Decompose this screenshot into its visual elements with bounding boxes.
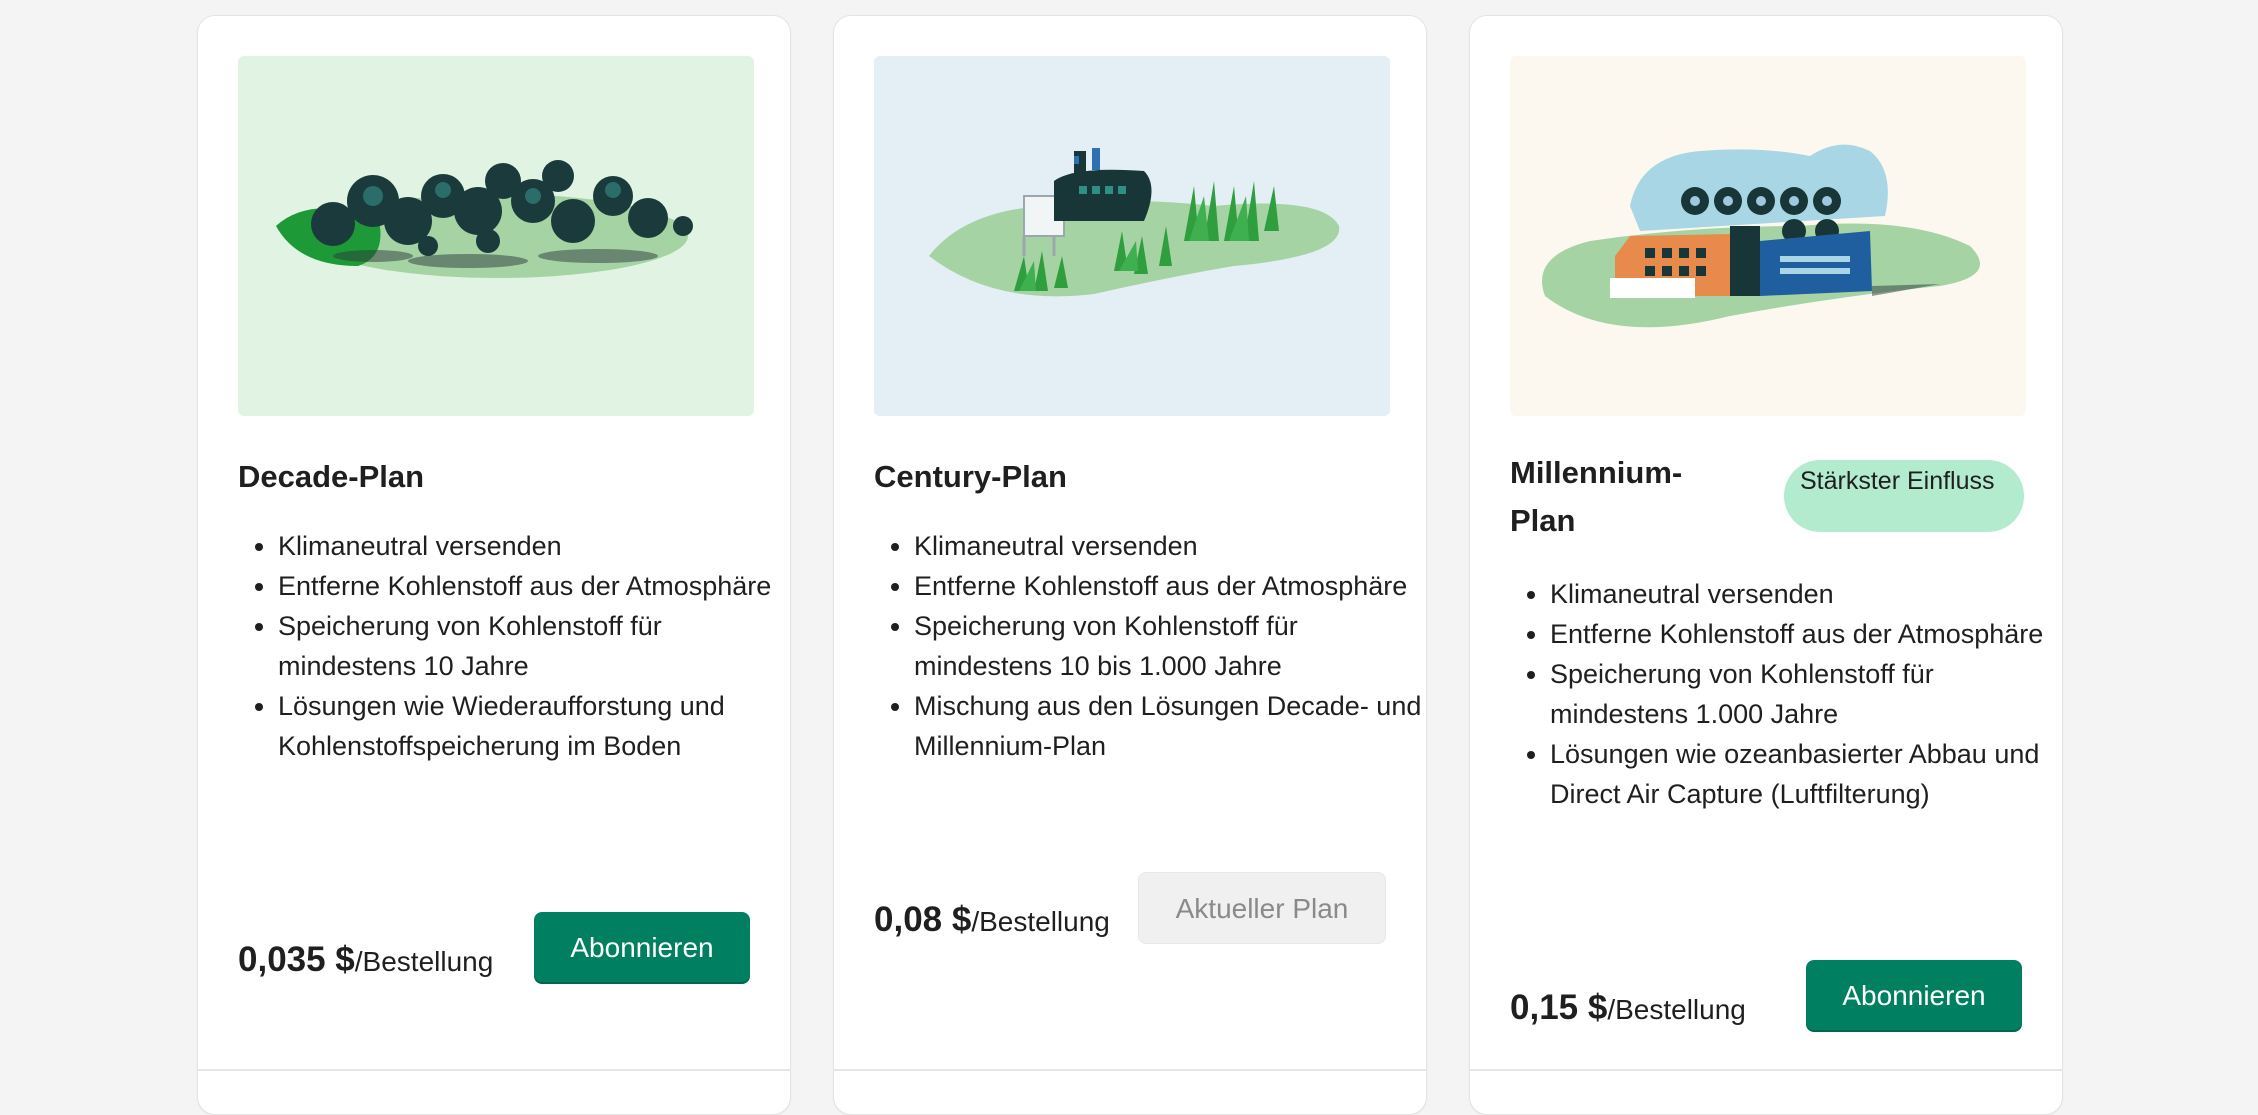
feature-item: Speicherung von Kohlenstoff für mindeste… — [1550, 654, 2070, 734]
current-plan-button[interactable]: Aktueller Plan — [1138, 872, 1386, 944]
plan-title: Decade-Plan — [238, 459, 425, 494]
feature-list: Klimaneutral versenden Entferne Kohlenst… — [874, 526, 1434, 766]
feature-list: Klimaneutral versenden Entferne Kohlenst… — [1510, 574, 2070, 814]
plan-card-century: Century-Plan Klimaneutral versenden Entf… — [833, 15, 1427, 1115]
feature-item: Lösungen wie Wiederaufforstung und Kohle… — [278, 686, 798, 766]
price-unit: /Bestellung — [971, 906, 1110, 937]
direct-air-capture-illustration — [1510, 56, 2026, 416]
price-amount: 0,035 $ — [238, 940, 355, 979]
plan-title: Century-Plan — [874, 459, 1067, 494]
price-amount: 0,08 $ — [874, 900, 972, 939]
plan-card-decade: Decade-Plan Klimaneutral versenden Entfe… — [197, 15, 791, 1115]
subscribe-button[interactable]: Abonnieren — [1806, 960, 2022, 1032]
feature-item: Klimaneutral versenden — [1550, 574, 2070, 614]
reforestation-illustration — [238, 56, 754, 416]
feature-item: Klimaneutral versenden — [278, 526, 798, 566]
plan-card-millennium: Millennium-Plan Stärkster Einfluss Klima… — [1469, 15, 2063, 1115]
price-unit: /Bestellung — [354, 946, 494, 977]
mixed-solutions-illustration — [874, 56, 1390, 416]
price-unit: /Bestellung — [1607, 994, 1746, 1025]
plan-price: 0,035 $/Bestellung — [238, 940, 493, 980]
feature-item: Entferne Kohlenstoff aus der Atmosphäre — [1550, 614, 2070, 654]
feature-item: Entferne Kohlenstoff aus der Atmosphäre — [278, 566, 798, 606]
feature-item: Mischung aus den Lösungen Decade- und Mi… — [914, 686, 1434, 766]
card-divider — [1470, 1069, 2062, 1071]
card-divider — [198, 1069, 790, 1071]
feature-item: Entferne Kohlenstoff aus der Atmosphäre — [914, 566, 1434, 606]
strongest-impact-badge: Stärkster Einfluss — [1784, 460, 2024, 532]
plan-title: Millennium-Plan — [1510, 455, 1683, 538]
feature-list: Klimaneutral versenden Entferne Kohlenst… — [238, 526, 798, 766]
feature-item: Lösungen wie ozeanbasierter Abbau und Di… — [1550, 734, 2070, 814]
feature-item: Klimaneutral versenden — [914, 526, 1434, 566]
card-divider — [834, 1069, 1426, 1071]
subscribe-button[interactable]: Abonnieren — [534, 912, 750, 984]
feature-item: Speicherung von Kohlenstoff für mindeste… — [278, 606, 798, 686]
plan-price: 0,08 $/Bestellung — [874, 900, 1110, 940]
plan-price: 0,15 $/Bestellung — [1510, 988, 1746, 1028]
price-amount: 0,15 $ — [1510, 988, 1608, 1027]
feature-item: Speicherung von Kohlenstoff für mindeste… — [914, 606, 1434, 686]
